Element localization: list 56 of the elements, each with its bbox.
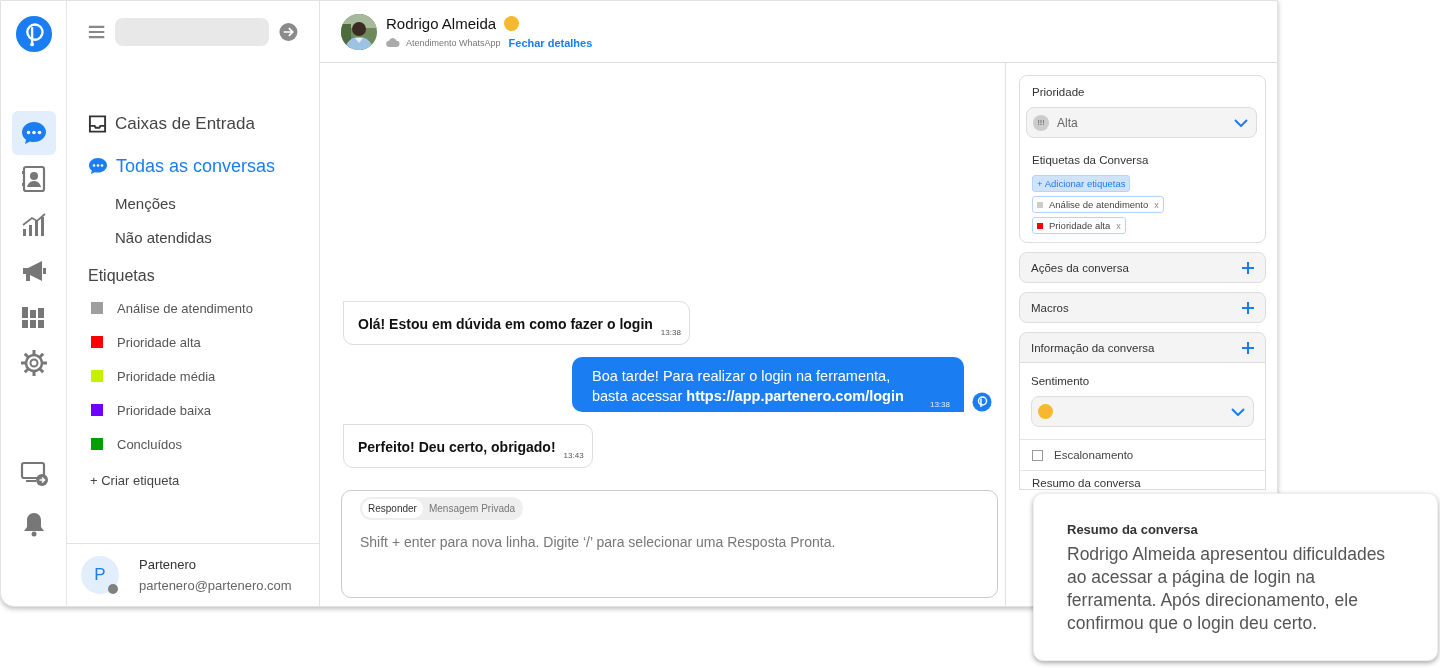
menu-icon[interactable] bbox=[88, 24, 106, 40]
plus-icon bbox=[1242, 301, 1254, 314]
popup-title: Resumo da conversa bbox=[1067, 522, 1199, 537]
summary-text: Rodrigo Almeida apresentou dificuldades ao acessar a página de login na ferramenta. Após direcionamento, ele confirmou que o login deu certo. bbox=[1067, 543, 1387, 635]
reply-tab[interactable]: Responder bbox=[362, 499, 423, 518]
message-time: 13:43 bbox=[563, 451, 584, 460]
nav-item[interactable]: Todas as conversas bbox=[88, 145, 299, 187]
user-name: Partenero bbox=[139, 557, 198, 572]
accordion-header[interactable]: Macros bbox=[1019, 292, 1266, 323]
chat-icon[interactable] bbox=[11, 111, 56, 155]
label-item[interactable]: Prioridade baixa bbox=[88, 393, 299, 427]
accordion-header[interactable]: Informação da conversa bbox=[1019, 332, 1266, 363]
remove-tag-button[interactable]: x bbox=[1154, 199, 1159, 210]
section-title: Etiquetas bbox=[88, 267, 156, 285]
nav-item[interactable]: Não atendidas bbox=[88, 221, 299, 255]
field-label: Sentimento bbox=[1031, 375, 1091, 387]
checkbox[interactable] bbox=[1032, 449, 1043, 461]
field-label: Resumo da conversa bbox=[1031, 476, 1142, 489]
label-item[interactable]: Prioridade alta bbox=[88, 325, 299, 359]
field-label: Prioridade bbox=[1031, 86, 1086, 98]
user-email: partenero@partenero.com bbox=[139, 578, 292, 593]
message-text: Olá! Estou em dúvida em como fazer o login bbox=[358, 315, 653, 334]
label-item[interactable]: Concluídos bbox=[88, 427, 299, 461]
status-dot bbox=[504, 15, 520, 31]
channel-name: Atendimento WhatsApp bbox=[406, 37, 501, 48]
create-label-link[interactable]: + Criar etiqueta bbox=[88, 473, 299, 488]
chevron-down-icon bbox=[1234, 118, 1248, 127]
label-item[interactable]: Análise de atendimento bbox=[88, 291, 299, 325]
remove-tag-button[interactable]: x bbox=[1116, 220, 1121, 231]
message-time: 13:38 bbox=[929, 400, 950, 409]
nav-item[interactable]: Menções bbox=[88, 187, 299, 221]
arrow-right-icon[interactable] bbox=[279, 21, 298, 43]
chat-icon bbox=[88, 157, 108, 175]
plus-icon bbox=[1242, 341, 1254, 354]
user-avatar: P bbox=[81, 556, 119, 594]
message-field[interactable]: Responder Mensagem Privada Shift + enter para nova linha. Digite ‘/’ para selecionar uma Resposta Pronta. bbox=[341, 490, 998, 598]
logo-icon bbox=[972, 392, 992, 412]
close-details-link[interactable]: Fechar detalhes bbox=[508, 36, 593, 49]
message-text: Perfeito! Deu certo, obrigado! bbox=[358, 438, 556, 457]
reply-tab[interactable]: Mensagem Privada bbox=[422, 499, 522, 518]
field-label: Etiquetas da Conversa bbox=[1031, 154, 1150, 166]
logo-icon bbox=[14, 15, 53, 53]
tag-name: Análise de atendimento bbox=[1049, 199, 1149, 210]
nav-item[interactable]: Caixas de Entrada bbox=[88, 103, 299, 145]
message-text: Boa tarde! Para realizar o login na ferramenta, basta acessar https://app.partenero.com/login bbox=[591, 367, 905, 406]
accordion-header[interactable]: Ações da conversa bbox=[1019, 252, 1266, 283]
label-item[interactable]: Prioridade média bbox=[88, 359, 299, 393]
sentiment-dot bbox=[1038, 404, 1053, 419]
checkbox-label: Escalonamento bbox=[1054, 449, 1134, 461]
chevron-down-icon bbox=[1231, 407, 1245, 416]
contact-name: Rodrigo Almeida bbox=[386, 14, 497, 32]
cloud-icon bbox=[386, 38, 400, 47]
plus-icon bbox=[1242, 261, 1254, 274]
tag-name: Prioridade alta bbox=[1049, 220, 1111, 231]
message-time: 13:38 bbox=[660, 328, 681, 337]
inbox-icon bbox=[88, 115, 107, 133]
